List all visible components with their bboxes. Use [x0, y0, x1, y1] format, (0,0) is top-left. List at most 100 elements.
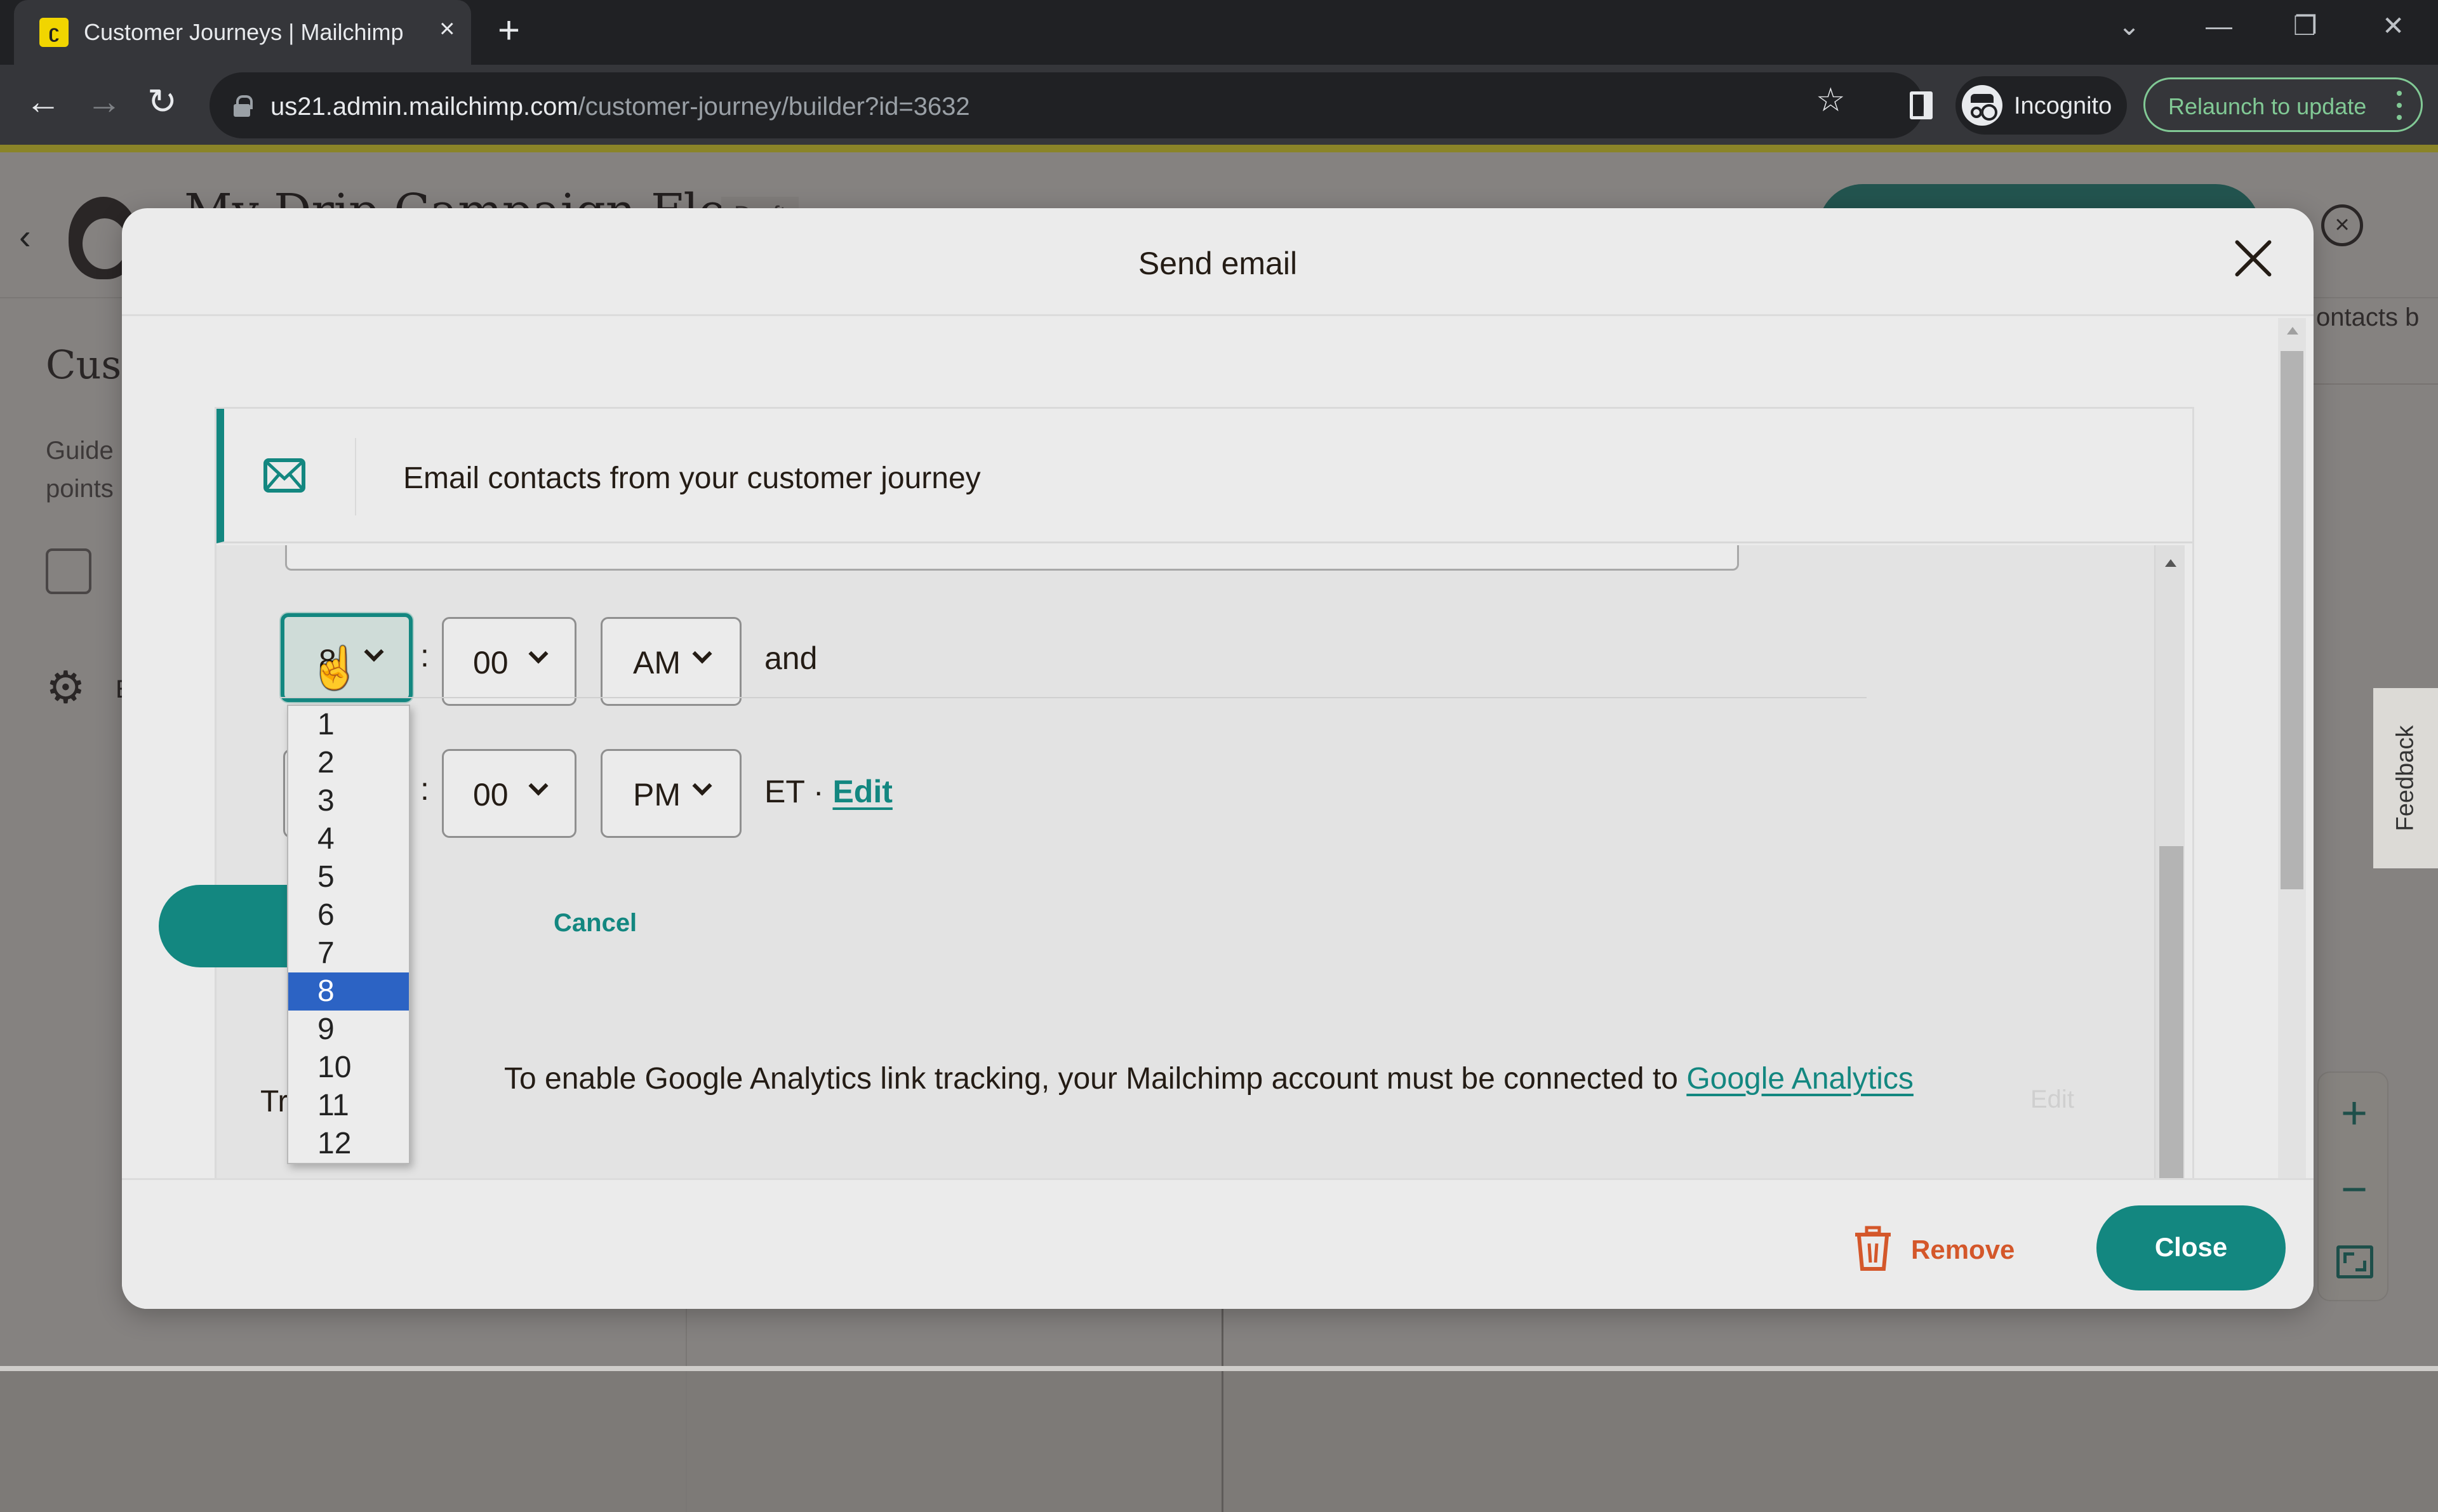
hour-option[interactable]: 2 [288, 744, 409, 782]
minimize-window-button[interactable]: — [2206, 13, 2232, 39]
envelope-icon [263, 458, 305, 493]
end-minute-value: 00 [473, 777, 509, 812]
modal-close-icon[interactable] [2231, 236, 2275, 281]
lock-icon[interactable] [234, 95, 253, 117]
scroll-up-arrow-icon[interactable] [2287, 327, 2298, 335]
trash-icon [1855, 1226, 1891, 1271]
zoom-out-button[interactable]: − [2319, 1167, 2390, 1212]
close-circle-icon[interactable]: × [2321, 204, 2363, 246]
scrollbar-thumb[interactable] [2281, 351, 2303, 889]
app-accent-bar [0, 145, 2438, 152]
relaunch-to-update-button[interactable]: Relaunch to update [2143, 77, 2423, 132]
chevron-down-icon [692, 776, 712, 796]
google-analytics-link[interactable]: Google Analytics [1686, 1062, 1914, 1096]
relaunch-label: Relaunch to update [2168, 93, 2367, 119]
feedback-label: Feedback [2392, 725, 2419, 832]
hour-option[interactable]: 3 [288, 782, 409, 820]
modal-header: Send email [122, 208, 2314, 316]
divider [2311, 383, 2438, 385]
url-path: /customer-journey/builder?id=3632 [578, 93, 970, 121]
bookmark-star-icon[interactable]: ☆ [1816, 84, 1846, 117]
chevron-down-icon [528, 644, 549, 664]
edit-timezone-link[interactable]: Edit [832, 774, 892, 809]
zoom-in-button[interactable]: + [2319, 1091, 2390, 1136]
start-minute-value: 00 [473, 645, 509, 680]
url-text[interactable]: us21.admin.mailchimp.com/customer-journe… [270, 93, 970, 121]
hour-option[interactable]: 4 [288, 820, 409, 858]
end-minute-select[interactable]: 00 [442, 749, 576, 838]
tracking-edit-button[interactable]: Edit [2030, 1085, 2074, 1114]
hour-option[interactable]: 10 [288, 1049, 409, 1087]
hand-pointer-cursor-icon: ☝ [310, 645, 361, 691]
modal-footer: Remove Close [122, 1178, 2314, 1309]
back-button[interactable]: ← [25, 84, 61, 119]
close-button[interactable]: Close [2096, 1205, 2286, 1290]
more-menu-icon[interactable] [2397, 91, 2402, 120]
email-card-header: Email contacts from your customer journe… [216, 409, 2192, 543]
url-host: us21.admin.mailchimp.com [270, 93, 578, 121]
fit-to-screen-icon[interactable] [2336, 1245, 2373, 1278]
close-label: Close [2154, 1232, 2228, 1262]
hour-option[interactable]: 6 [288, 896, 409, 934]
canvas-divider [686, 1309, 687, 1512]
end-period-value: PM [633, 777, 681, 812]
scroll-up-arrow-icon[interactable] [2165, 559, 2176, 567]
end-period-select[interactable]: PM [601, 749, 742, 838]
incognito-indicator[interactable]: Incognito [1955, 76, 2127, 135]
close-window-button[interactable]: ✕ [2382, 13, 2404, 39]
incognito-icon [1962, 85, 2002, 126]
tab-title: Customer Journeys | Mailchimp [84, 19, 404, 45]
chevron-down-icon [692, 644, 712, 664]
modal-scrollbar[interactable] [2278, 318, 2306, 1194]
address-bar[interactable]: us21.admin.mailchimp.com/customer-journe… [210, 72, 1924, 138]
tab-search-chevron-icon[interactable]: ⌄ [2118, 13, 2140, 39]
canvas-zoom-controls: + − [2317, 1071, 2388, 1301]
hour-dropdown-list[interactable]: 1 2 3 4 5 6 7 8 9 10 11 12 [287, 705, 410, 1164]
forward-button[interactable]: → [86, 84, 122, 119]
browser-toolbar: ← → ↻ us21.admin.mailchimp.com/customer-… [0, 65, 2438, 145]
section-divider [279, 697, 1867, 698]
page-bottom-strip [0, 1366, 2438, 1371]
feedback-tab[interactable]: Feedback [2373, 688, 2438, 868]
restore-window-button[interactable]: ❐ [2293, 13, 2317, 39]
hour-option[interactable]: 9 [288, 1011, 409, 1049]
hour-option[interactable]: 11 [288, 1087, 409, 1125]
time-separator: : [420, 771, 429, 807]
start-period-select[interactable]: AM [601, 617, 742, 706]
hour-option[interactable]: 12 [288, 1125, 409, 1163]
remove-button[interactable]: Remove [1853, 1223, 2018, 1274]
mailchimp-favicon-icon: ʗ [39, 18, 69, 47]
side-panel-icon[interactable] [1910, 91, 1933, 119]
modal-title: Send email [1138, 246, 1298, 281]
cancel-button[interactable]: Cancel [554, 909, 637, 938]
chevron-down-icon [528, 776, 549, 796]
timezone-text: ET · [764, 774, 824, 809]
start-period-value: AM [633, 645, 681, 680]
and-label: and [764, 640, 818, 676]
new-tab-button[interactable]: + [498, 11, 520, 50]
back-chevron-icon[interactable]: ‹ [19, 216, 31, 257]
remove-label: Remove [1911, 1235, 2015, 1264]
journey-connector-line [1222, 1309, 1223, 1512]
sidebar-description-line1: Guide [46, 437, 114, 465]
start-minute-select[interactable]: 00 [442, 617, 576, 706]
tab-close-icon[interactable]: × [439, 15, 455, 42]
gear-icon[interactable]: ⚙ [46, 665, 86, 710]
browser-tab-strip: ʗ Customer Journeys | Mailchimp × + ⌄ — … [0, 0, 2438, 65]
hour-option[interactable]: 5 [288, 858, 409, 896]
sidebar-checkbox[interactable] [46, 548, 91, 594]
text-field-partial[interactable] [285, 545, 1739, 571]
time-separator: : [420, 638, 429, 673]
hour-option[interactable]: 1 [288, 706, 409, 744]
ga-notice-text: To enable Google Analytics link tracking… [504, 1062, 1687, 1096]
header-divider [355, 438, 356, 515]
right-panel-text: ontacts b [2316, 303, 2420, 331]
reload-button[interactable]: ↻ [147, 84, 177, 119]
hour-option[interactable]: 7 [288, 934, 409, 972]
scrollbar-thumb[interactable] [2159, 846, 2183, 1199]
hour-option[interactable]: 8 [288, 972, 409, 1011]
incognito-label: Incognito [2014, 93, 2112, 119]
browser-tab-active[interactable]: ʗ Customer Journeys | Mailchimp × [14, 0, 471, 65]
inner-scrollbar[interactable] [2154, 545, 2185, 1199]
tracking-label: Tr [260, 1085, 288, 1118]
